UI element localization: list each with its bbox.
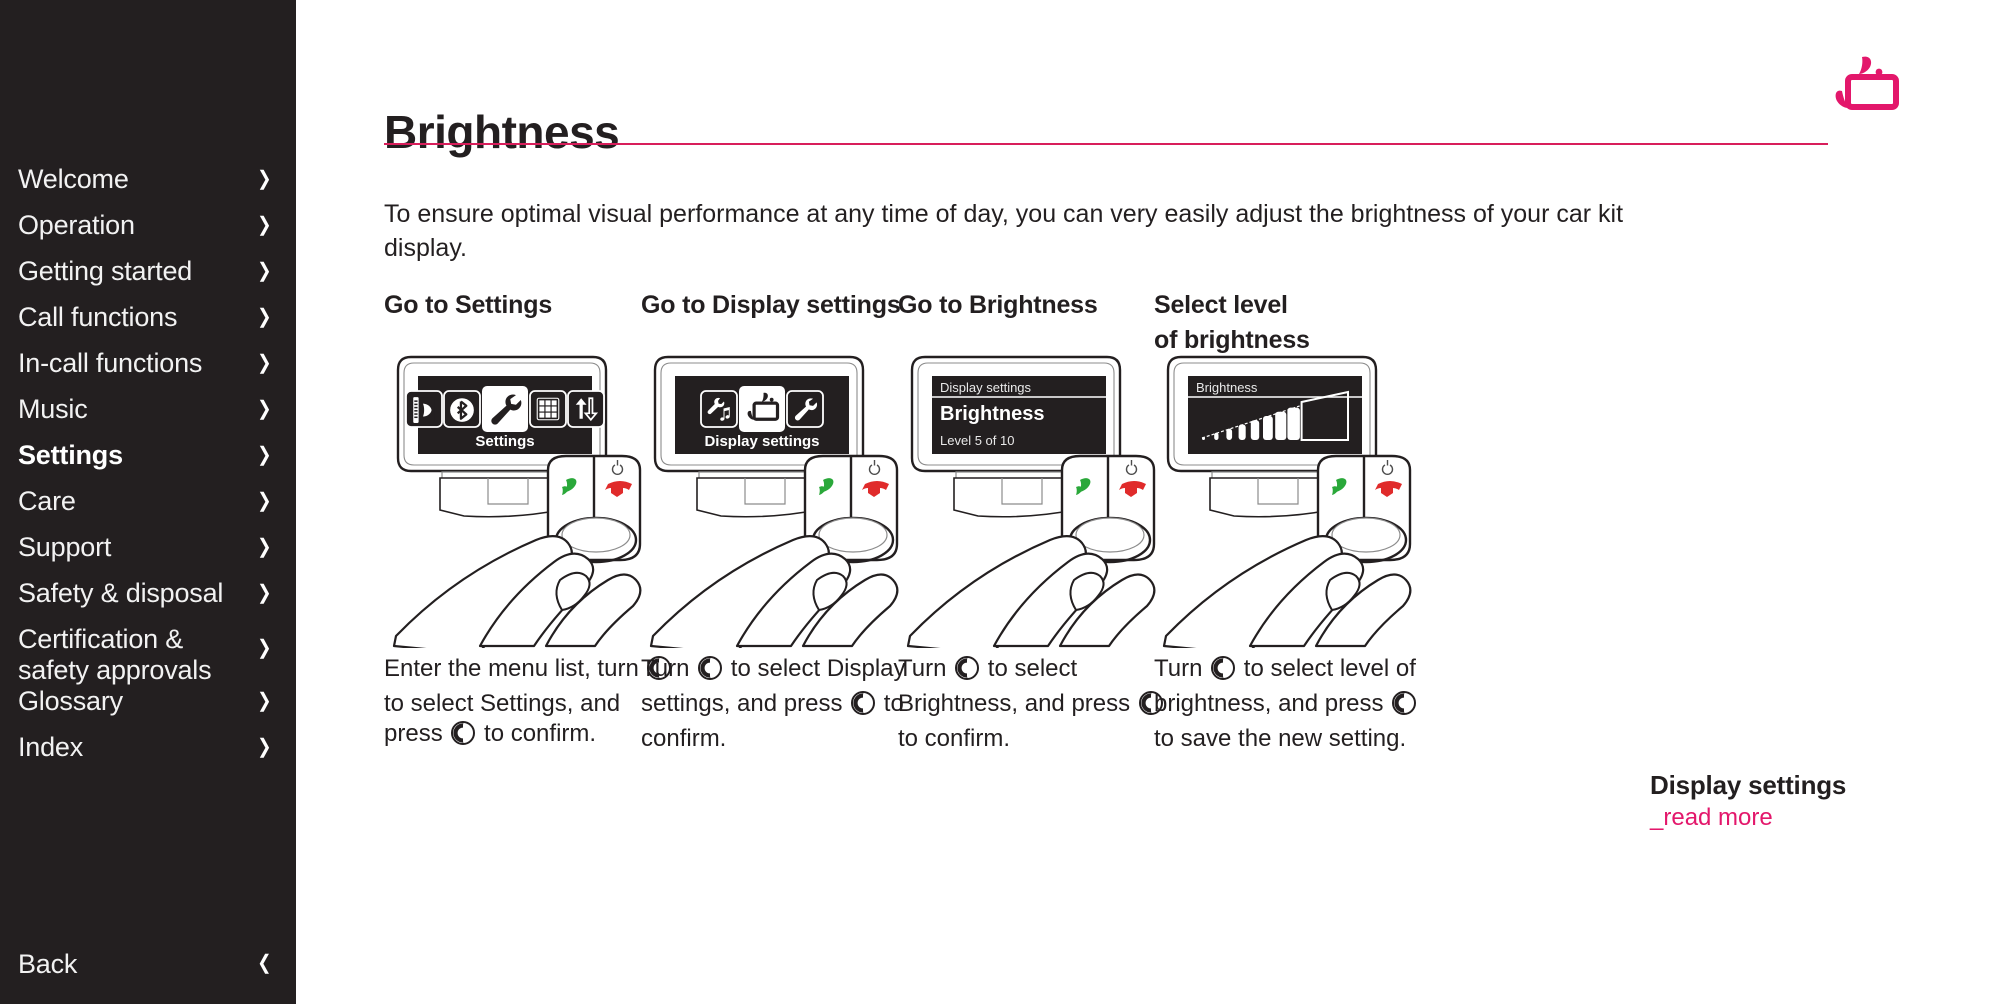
step-caption: Turn to select Display settings, and pre…: [641, 654, 931, 754]
chevron-right-icon: ❯: [257, 736, 272, 758]
sidebar-item-label: Glossary: [18, 686, 123, 716]
jog-dial-icon: [697, 655, 723, 689]
sidebar-item-label: Music: [18, 394, 88, 424]
intro-paragraph: To ensure optimal visual performance at …: [384, 200, 1624, 262]
caption-text: Turn: [1154, 655, 1210, 682]
display-screen-icon: [1826, 53, 1912, 119]
sidebar-back-button[interactable]: Back ❮: [0, 940, 296, 986]
step-illustration: Display settings: [641, 354, 941, 648]
sidebar-item-label: Support: [18, 532, 112, 562]
sidebar-item-label: Care: [18, 486, 76, 516]
page-title: Brightness: [384, 105, 620, 158]
caption-text: to save the new setting.: [1154, 725, 1407, 752]
logo-text: novero: [1981, 928, 1990, 1004]
chevron-right-icon: ❯: [257, 260, 272, 282]
sidebar-item-getting-started[interactable]: Getting started ❯: [0, 254, 296, 300]
jog-dial-icon: [850, 690, 876, 724]
sidebar-item-label: Getting started: [18, 256, 193, 286]
chevron-right-icon: ❯: [257, 490, 272, 512]
sidebar-item-welcome[interactable]: Welcome ❯: [0, 162, 296, 208]
title-divider: [384, 143, 1828, 145]
sidebar-item-operation[interactable]: Operation ❯: [0, 208, 296, 254]
read-more-block: Display settings _read more: [1650, 770, 1950, 832]
sidebar-item-care[interactable]: Care ❯: [0, 484, 296, 530]
chevron-right-icon: ❯: [257, 582, 272, 604]
caption-text: Turn: [641, 655, 697, 682]
step-caption: Enter the menu list, turn to select Sett…: [384, 654, 674, 754]
svg-text:Settings: Settings: [475, 433, 534, 450]
chevron-right-icon: ❯: [257, 306, 272, 328]
step-column-4: Select level of brightness Brightness Tu…: [1154, 288, 1462, 754]
read-more-link[interactable]: _read more: [1650, 804, 1950, 832]
sidebar-item-in-call-functions[interactable]: In-call functions ❯: [0, 346, 296, 392]
sidebar-item-label: Settings: [18, 440, 123, 470]
chevron-left-icon: ❮: [257, 952, 272, 974]
sidebar-item-call-functions[interactable]: Call functions ❯: [0, 300, 296, 346]
sidebar-item-safety-disposal[interactable]: Safety & disposal ❯: [0, 576, 296, 622]
jog-dial-icon: [954, 655, 980, 689]
svg-text:Display settings: Display settings: [940, 380, 1032, 395]
chevron-right-icon: ❯: [257, 444, 272, 466]
sidebar-item-label: Welcome: [18, 164, 129, 194]
chevron-right-icon: ❯: [257, 536, 272, 558]
chevron-right-icon: ❯: [257, 352, 272, 374]
jog-dial-icon: [450, 720, 476, 754]
sidebar-item-glossary[interactable]: Glossary ❯: [0, 684, 296, 730]
novero-logo: novero®: [1981, 918, 1990, 1004]
sidebar-navigation: Welcome ❯ Operation ❯ Getting started ❯ Call f…: [0, 0, 296, 1004]
chevron-right-icon: ❯: [257, 690, 272, 712]
manual-page: Welcome ❯ Operation ❯ Getting started ❯ Call f…: [0, 0, 1990, 1004]
step-heading: Select level of brightness: [1154, 291, 1310, 354]
sidebar-item-label: In-call functions: [18, 348, 203, 378]
caption-text: Enter the menu list, turn: [384, 655, 646, 682]
step-illustration: Display settings Brightness Level 5 of 10: [898, 354, 1198, 648]
sidebar-item-label: Certification & safety approvals: [18, 624, 212, 685]
chevron-right-icon: ❯: [257, 168, 272, 190]
sidebar-item-label: Operation: [18, 210, 135, 240]
svg-text:Brightness: Brightness: [940, 403, 1044, 425]
chevron-right-icon: ❯: [257, 398, 272, 420]
caption-text: to confirm.: [477, 720, 597, 747]
sidebar-item-label: Index: [18, 732, 84, 762]
caption-text: Turn: [898, 655, 954, 682]
chevron-right-icon: ❯: [257, 637, 272, 659]
step-caption: Turn to select level of brightness, and …: [1154, 654, 1444, 754]
svg-text:Display settings: Display settings: [704, 433, 819, 450]
main-content: Brightness To ensure optimal visual perf…: [296, 0, 1990, 1004]
read-more-title: Display settings: [1650, 770, 1847, 800]
svg-text:Brightness: Brightness: [1196, 380, 1258, 395]
svg-text:Level 5 of 10: Level 5 of 10: [940, 433, 1014, 448]
step-illustration: Brightness: [1154, 354, 1454, 648]
sidebar-item-index[interactable]: Index ❯: [0, 730, 296, 776]
back-label: Back: [18, 948, 78, 979]
jog-dial-icon: [1210, 655, 1236, 689]
caption-text: to confirm.: [898, 725, 1011, 752]
sidebar-item-label: Call functions: [18, 302, 178, 332]
sidebar-item-certification-safety-approvals[interactable]: Certification & safety approvals ❯: [0, 622, 296, 685]
sidebar-item-settings[interactable]: Settings ❯: [0, 438, 296, 484]
chevron-right-icon: ❯: [257, 214, 272, 236]
sidebar-item-label: Safety & disposal: [18, 578, 224, 608]
jog-dial-icon: [1391, 690, 1417, 724]
sidebar-item-music[interactable]: Music ❯: [0, 392, 296, 438]
sidebar-item-list: Welcome ❯ Operation ❯ Getting started ❯ Call f…: [0, 162, 296, 776]
step-illustration: Settings: [384, 354, 684, 648]
step-caption: Turn to select Brightness, and press to …: [898, 654, 1188, 754]
sidebar-item-support[interactable]: Support ❯: [0, 530, 296, 576]
